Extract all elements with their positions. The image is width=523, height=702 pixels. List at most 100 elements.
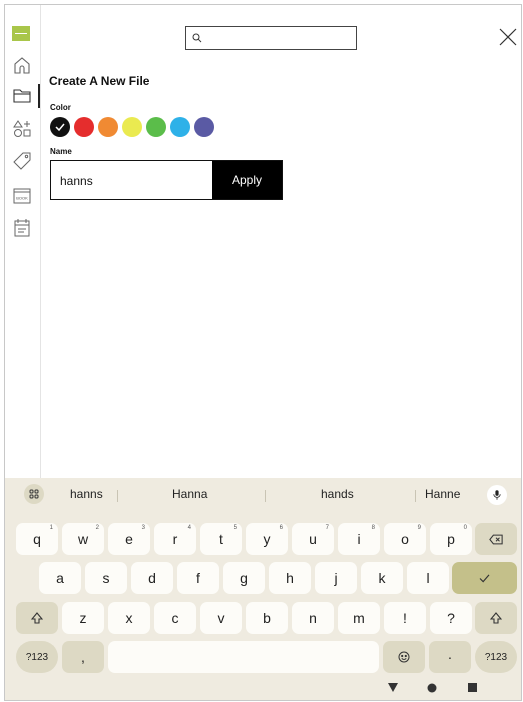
home-nav-icon[interactable] xyxy=(427,683,437,693)
key-n[interactable]: n xyxy=(292,602,334,634)
key-z[interactable]: z xyxy=(62,602,104,634)
shapes-icon[interactable] xyxy=(11,118,33,140)
key-b[interactable]: b xyxy=(246,602,288,634)
key-label: w xyxy=(77,531,89,547)
key-e[interactable]: e3 xyxy=(108,523,150,555)
app-window: BOOK Create A New File Color Name hanns … xyxy=(4,4,522,701)
book-icon[interactable]: BOOK xyxy=(11,185,33,207)
color-swatch[interactable] xyxy=(50,117,70,137)
key-k[interactable]: k xyxy=(361,562,403,594)
key-o[interactable]: o9 xyxy=(384,523,426,555)
key-label: n xyxy=(309,610,317,626)
tag-icon[interactable] xyxy=(11,150,33,172)
calendar-icon[interactable] xyxy=(11,217,33,239)
period-key[interactable]: · xyxy=(429,641,471,673)
suggestion-2[interactable]: Hanna xyxy=(172,487,207,501)
key-v[interactable]: v xyxy=(200,602,242,634)
key-label: ! xyxy=(403,610,407,626)
key-label: u xyxy=(309,531,317,547)
color-swatch[interactable] xyxy=(122,117,142,137)
suggestion-3[interactable]: hands xyxy=(321,487,354,501)
key-c[interactable]: c xyxy=(154,602,196,634)
key-label: h xyxy=(286,570,294,586)
key-hint: 3 xyxy=(141,525,145,531)
key-j[interactable]: j xyxy=(315,562,357,594)
color-swatch[interactable] xyxy=(146,117,166,137)
key-t[interactable]: t5 xyxy=(200,523,242,555)
key-h[interactable]: h xyxy=(269,562,311,594)
key-g[interactable]: g xyxy=(223,562,265,594)
apply-button[interactable]: Apply xyxy=(212,161,282,199)
key-hint: 2 xyxy=(95,525,99,531)
book-icon-text: BOOK xyxy=(16,196,28,201)
key-label: x xyxy=(125,610,133,626)
key-r[interactable]: r4 xyxy=(154,523,196,555)
name-value[interactable]: hanns xyxy=(60,174,93,188)
key-q[interactable]: q1 xyxy=(16,523,58,555)
key-label: l xyxy=(426,570,430,586)
color-swatch[interactable] xyxy=(194,117,214,137)
search-input[interactable] xyxy=(185,26,357,50)
key-p[interactable]: p0 xyxy=(430,523,472,555)
suggestion-1[interactable]: hanns xyxy=(70,487,103,501)
key-hint: 5 xyxy=(233,525,237,531)
app-logo xyxy=(12,26,30,41)
key-label: s xyxy=(102,570,110,586)
suggestion-4[interactable]: Hanne xyxy=(425,487,460,501)
recents-nav-icon[interactable] xyxy=(468,683,477,692)
key-label: a xyxy=(56,570,64,586)
comma-key[interactable]: , xyxy=(62,641,104,673)
back-nav-icon[interactable] xyxy=(388,683,398,692)
apps-grid-icon[interactable] xyxy=(24,484,44,504)
key-label: b xyxy=(263,610,271,626)
color-swatch[interactable] xyxy=(98,117,118,137)
key-l[interactable]: l xyxy=(407,562,449,594)
symbols-key[interactable]: ?123 xyxy=(16,641,58,673)
color-swatch[interactable] xyxy=(170,117,190,137)
key-u[interactable]: u7 xyxy=(292,523,334,555)
search-icon xyxy=(192,33,202,43)
key-f[interactable]: f xyxy=(177,562,219,594)
key-a[interactable]: a xyxy=(39,562,81,594)
color-swatch[interactable] xyxy=(74,117,94,137)
folder-icon[interactable] xyxy=(11,85,33,107)
key-label: c xyxy=(171,610,179,626)
space-bar[interactable] xyxy=(108,641,379,673)
key-s[interactable]: s xyxy=(85,562,127,594)
key-label: j xyxy=(334,570,338,586)
microphone-icon[interactable] xyxy=(487,485,507,505)
key-label: p xyxy=(447,531,455,547)
backspace-key[interactable] xyxy=(475,523,517,555)
key-hint: 8 xyxy=(371,525,375,531)
on-screen-keyboard: hanns Hanna hands Hanne q1w2e3r4t5y6u7i8… xyxy=(5,478,521,700)
key-hint: 6 xyxy=(279,525,283,531)
key-d[interactable]: d xyxy=(131,562,173,594)
color-swatches xyxy=(50,117,214,137)
page-title: Create A New File xyxy=(49,74,150,88)
emoji-icon[interactable] xyxy=(383,641,425,673)
key-y[interactable]: y6 xyxy=(246,523,288,555)
key-question[interactable]: ? xyxy=(430,602,472,634)
key-x[interactable]: x xyxy=(108,602,150,634)
key-m[interactable]: m xyxy=(338,602,380,634)
key-label: t xyxy=(219,531,223,547)
symbols-key-right[interactable]: ?123 xyxy=(475,641,517,673)
name-field[interactable]: hanns Apply xyxy=(50,160,283,200)
key-label: i xyxy=(357,531,361,547)
key-hint: 4 xyxy=(187,525,191,531)
key-label: q xyxy=(33,531,41,547)
close-icon[interactable] xyxy=(498,27,518,47)
suggestion-divider xyxy=(117,490,118,502)
shift-key-left[interactable] xyxy=(16,602,58,634)
key-w[interactable]: w2 xyxy=(62,523,104,555)
enter-key[interactable] xyxy=(452,562,517,594)
key-label: z xyxy=(79,610,87,626)
key-label: m xyxy=(353,610,365,626)
key-i[interactable]: i8 xyxy=(338,523,380,555)
home-icon[interactable] xyxy=(11,54,33,76)
key-hint: 7 xyxy=(325,525,329,531)
shift-key-right[interactable] xyxy=(475,602,517,634)
key-label: k xyxy=(378,570,386,586)
key-exclamation[interactable]: ! xyxy=(384,602,426,634)
active-indicator xyxy=(38,84,40,108)
